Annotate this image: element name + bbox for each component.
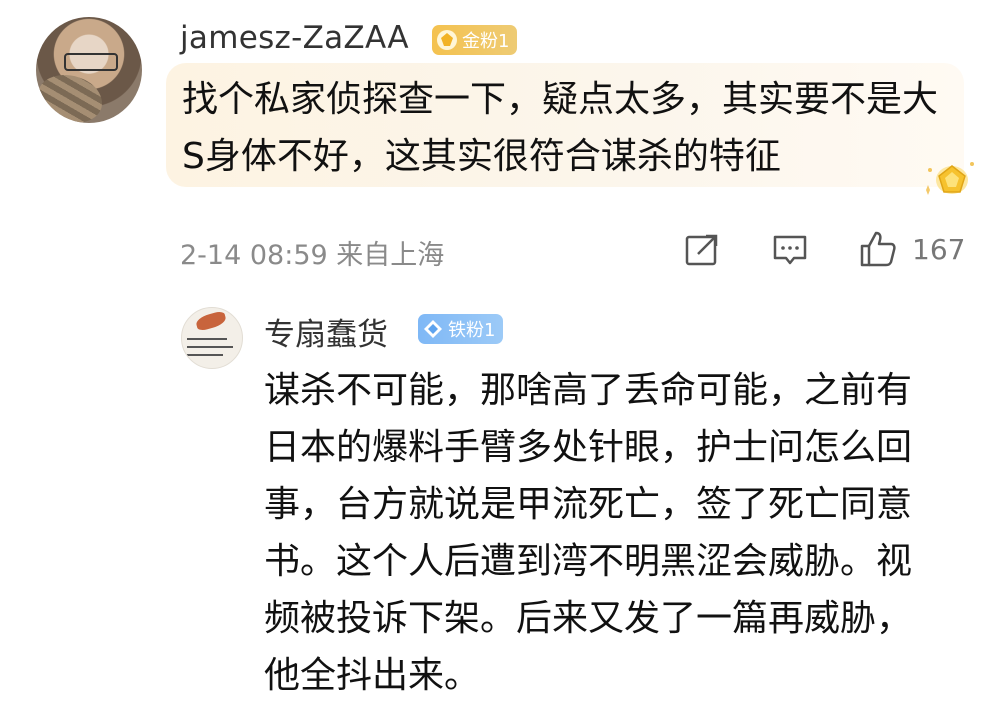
- avatar-script-line: [187, 346, 233, 348]
- like-count: 167: [912, 233, 966, 266]
- fan-badge-gold[interactable]: 金粉1: [432, 25, 518, 55]
- comment-meta: 2-14 08:59 来自上海: [180, 233, 444, 272]
- fan-badge-label: 铁粉1: [448, 320, 496, 341]
- blue-gem-icon: [424, 320, 442, 338]
- crown-icon: [926, 162, 974, 195]
- avatar-brush-stroke: [194, 310, 228, 332]
- cat-image: [38, 75, 102, 123]
- fan-badge-iron[interactable]: 铁粉1: [418, 314, 504, 344]
- like-icon[interactable]: [858, 229, 898, 269]
- avatar-script-line: [187, 338, 227, 340]
- comment-location: 来自上海: [336, 240, 445, 271]
- avatar-script-line: [187, 354, 223, 356]
- fan-badge-label: 金粉1: [462, 31, 510, 52]
- gold-gem-icon: [437, 30, 457, 50]
- user-avatar[interactable]: [36, 17, 142, 123]
- glasses-detail: [64, 53, 118, 71]
- comment-time: 2-14 08:59: [180, 240, 328, 271]
- reply-username[interactable]: 专扇蠢货: [264, 309, 388, 354]
- share-icon[interactable]: [684, 232, 720, 268]
- comment-icon[interactable]: [772, 232, 808, 268]
- comment-text: 找个私家侦探查一下，疑点太多，其实要不是大S身体不好，这其实很符合谋杀的特征: [182, 79, 939, 177]
- comment-username[interactable]: jamesz-ZaZAA: [180, 20, 409, 56]
- reply-user-avatar[interactable]: [181, 307, 243, 369]
- reply-text: 谋杀不可能，那啥高了丢命可能，之前有日本的爆料手臂多处针眼，护士问怎么回事，台方…: [264, 370, 913, 696]
